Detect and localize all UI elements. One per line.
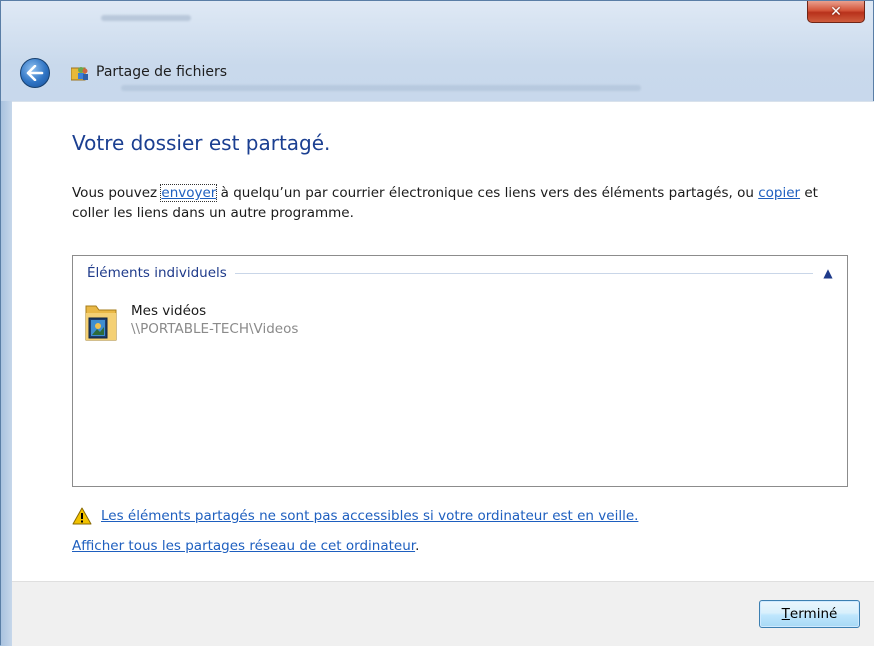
- window-title: Partage de fichiers: [96, 64, 228, 80]
- sharing-users-icon: [71, 67, 88, 81]
- background-blur: [101, 15, 191, 21]
- send-link[interactable]: envoyer: [160, 184, 218, 202]
- close-button[interactable]: ✕: [807, 1, 865, 23]
- show-network-shares-link[interactable]: Afficher tous les partages réseau de cet…: [72, 538, 415, 554]
- network-shares-row: Afficher tous les partages réseau de cet…: [72, 538, 419, 554]
- window-frame-edge: [1, 101, 12, 646]
- page-heading: Votre dossier est partagé.: [72, 131, 331, 155]
- video-folder-icon: [85, 305, 117, 341]
- close-icon: ✕: [830, 3, 842, 20]
- description-part: Vous pouvez: [72, 185, 162, 201]
- warning-icon: [72, 507, 92, 525]
- shared-items-list[interactable]: Éléments individuels ▲ Mes vidéos \\PORT…: [72, 255, 848, 487]
- item-text: Mes vidéos \\PORTABLE-TECH\Videos: [131, 300, 298, 337]
- item-name: Mes vidéos: [131, 303, 207, 319]
- network-link-suffix: .: [415, 538, 420, 554]
- warning-row: Les éléments partagés ne sont pas access…: [72, 507, 638, 525]
- done-label: erminé: [789, 606, 838, 622]
- description-part: à quelqu’un par courrier électronique ce…: [216, 185, 759, 201]
- dialog-footer: Terminé: [12, 581, 874, 646]
- group-header[interactable]: Éléments individuels ▲: [87, 264, 835, 282]
- description-text: Vous pouvez envoyer à quelqu’un par cour…: [72, 183, 832, 223]
- background-blur: [121, 85, 641, 91]
- back-arrow-icon: [26, 65, 44, 81]
- chevron-up-icon[interactable]: ▲: [821, 266, 835, 280]
- copy-link[interactable]: copier: [758, 185, 800, 201]
- done-accelerator: T: [781, 606, 790, 622]
- sleep-warning-link[interactable]: Les éléments partagés ne sont pas access…: [101, 508, 638, 524]
- content-area: Votre dossier est partagé. Vous pouvez e…: [12, 101, 874, 581]
- group-divider: [234, 272, 813, 274]
- list-item[interactable]: Mes vidéos \\PORTABLE-TECH\Videos: [83, 300, 298, 342]
- group-title: Éléments individuels: [87, 265, 227, 281]
- file-sharing-dialog: ✕ Partage de fichiers Votre dossier est …: [0, 0, 874, 646]
- done-button[interactable]: Terminé: [759, 600, 860, 628]
- back-button[interactable]: [20, 58, 50, 88]
- item-path: \\PORTABLE-TECH\Videos: [131, 321, 299, 337]
